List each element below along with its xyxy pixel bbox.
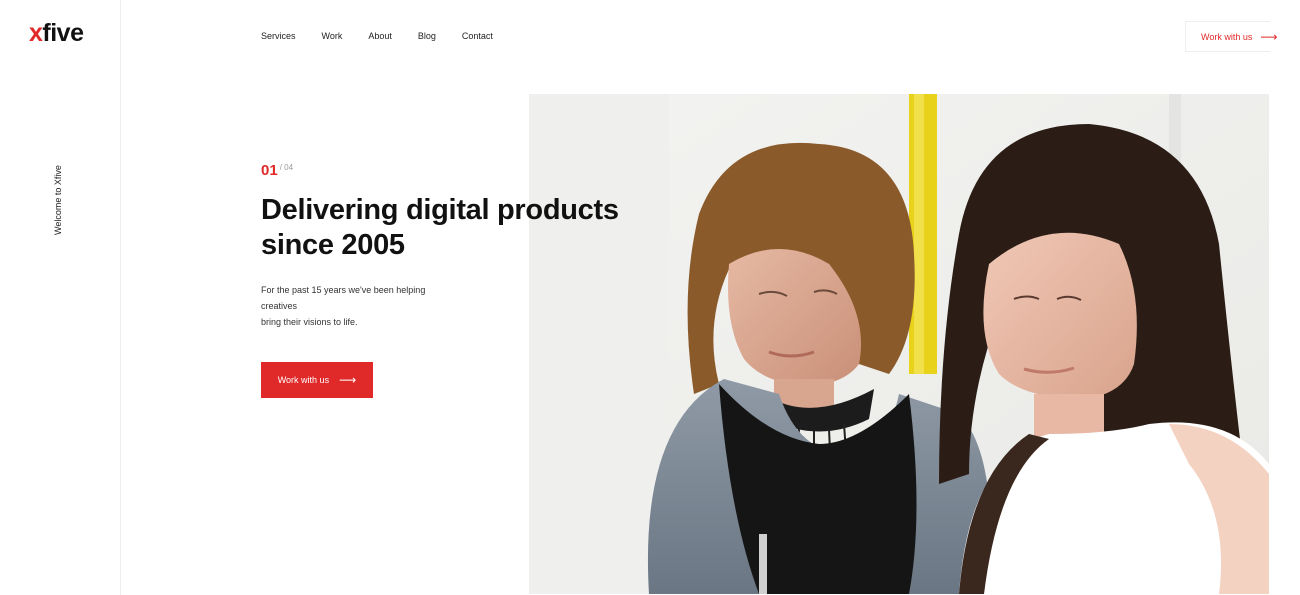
main-nav: Services Work About Blog Contact	[261, 30, 519, 42]
arrow-right-icon: ⟶	[1260, 29, 1278, 44]
hero-description-line2: bring their visions to life.	[261, 317, 358, 327]
slide-counter-total: / 04	[279, 163, 294, 172]
slide-counter: 01/ 04	[261, 162, 293, 180]
hero-headline-line1: Delivering digital products	[261, 194, 619, 226]
header-cta-label: Work with us	[1201, 31, 1253, 42]
logo-x: x	[29, 19, 43, 47]
left-rail: xfive Welcome to Xfive	[0, 0, 121, 595]
hero-photo	[529, 94, 1269, 594]
slide-counter-current: 01	[261, 162, 278, 179]
nav-item-services[interactable]: Services	[261, 30, 296, 42]
hero-headline: Delivering digital products since 2005	[261, 193, 641, 263]
welcome-vertical-text: Welcome to Xfive	[53, 165, 63, 235]
xfive-logo[interactable]: xfive	[29, 19, 84, 47]
hero-description-line1: For the past 15 years we've been helping…	[261, 285, 426, 311]
nav-item-blog[interactable]: Blog	[418, 30, 436, 42]
logo-rest: five	[42, 19, 84, 47]
nav-item-about[interactable]: About	[368, 30, 392, 42]
hero-description: For the past 15 years we've been helping…	[261, 282, 461, 330]
nav-item-contact[interactable]: Contact	[462, 30, 493, 42]
nav-item-work[interactable]: Work	[322, 30, 343, 42]
arrow-right-icon: ⟶	[339, 373, 357, 387]
hero-work-with-us-button[interactable]: Work with us ⟶	[261, 362, 373, 398]
hero-headline-line2: since 2005	[261, 229, 405, 261]
header-work-with-us-button[interactable]: Work with us ⟶	[1185, 21, 1278, 52]
hero-cta-label: Work with us	[277, 375, 330, 385]
